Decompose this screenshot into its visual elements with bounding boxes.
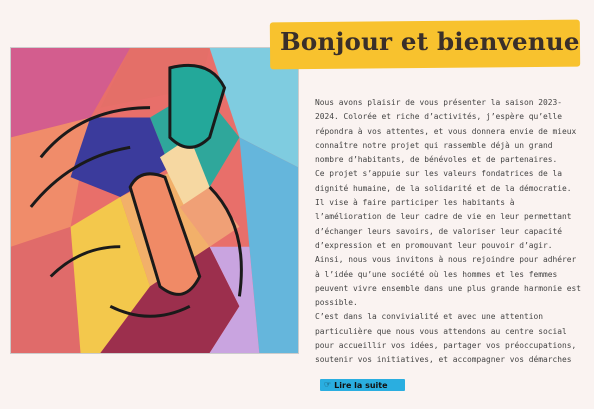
page-title: Bonjour et bienvenue — [280, 27, 580, 56]
read-more-label: Lire la suite — [334, 380, 388, 390]
intro-paragraph: Ainsi, nous vous invitons à nous rejoind… — [315, 255, 582, 308]
read-more-button[interactable]: ☞ Lire la suite — [320, 379, 405, 391]
intro-paragraph: Ce projet s’appuie sur les valeurs fonda… — [315, 169, 572, 193]
intro-paragraph: Il vise à faire participer les habitants… — [315, 198, 572, 250]
hand-pointing-right-icon: ☞ — [324, 380, 332, 389]
intro-text: Nous avons plaisir de vous présenter la … — [315, 96, 583, 368]
illustration-hands — [10, 47, 299, 354]
intro-paragraph: Nous avons plaisir de vous présenter la … — [315, 98, 577, 165]
intro-paragraph: C’est dans la convivialité et avec une a… — [315, 312, 577, 365]
